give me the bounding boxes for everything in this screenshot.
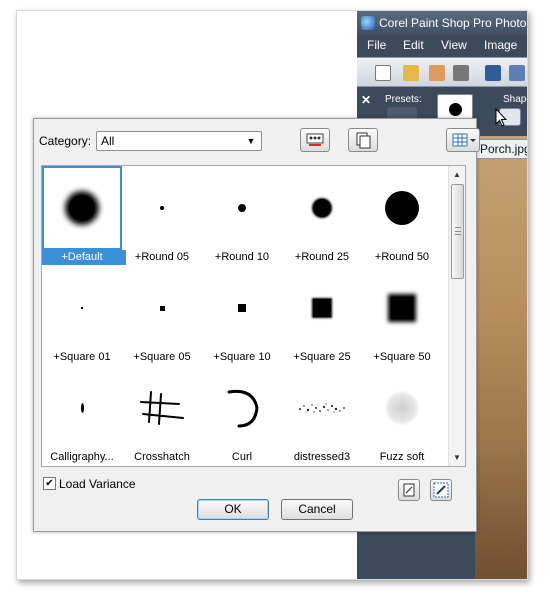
brush-preview — [202, 166, 282, 250]
brush-label: Crosshatch — [134, 451, 190, 463]
brush-preview — [362, 266, 442, 350]
brush-label: +Round 05 — [134, 251, 190, 263]
brush-tile[interactable]: +Square 10 — [202, 266, 282, 366]
brush-preview — [202, 266, 282, 350]
category-label: Category: — [39, 134, 92, 148]
brush-tile[interactable]: +Round 50 — [362, 166, 442, 266]
brush-variance-button[interactable] — [430, 479, 452, 501]
brush-picker-dialog: Category: All ▼ +Default +Round 05 +Roun… — [33, 118, 480, 532]
save-icon[interactable] — [485, 65, 501, 81]
open-folder-icon[interactable] — [403, 65, 419, 81]
standard-toolbar — [357, 57, 527, 87]
brush-grid: +Default +Round 05 +Round 10 +Round 25 +… — [41, 165, 466, 467]
brush-label: +Square 25 — [293, 351, 351, 363]
brush-label: +Square 50 — [373, 351, 431, 363]
brush-label: Curl — [231, 451, 253, 463]
app-title-bar: Corel Paint Shop Pro Photo — [357, 11, 527, 35]
brush-preview — [362, 366, 442, 450]
menu-file[interactable]: File — [367, 38, 386, 52]
app-logo-icon — [361, 16, 375, 30]
curl-brush-icon — [227, 389, 259, 428]
brush-tile[interactable]: +Default — [42, 166, 126, 266]
brush-label: +Default — [42, 250, 126, 265]
brush-label: +Square 01 — [53, 351, 111, 363]
brush-preview — [42, 166, 122, 250]
brush-label: +Round 25 — [294, 251, 350, 263]
view-grid-icon — [452, 133, 476, 147]
brush-preview — [42, 366, 122, 450]
cancel-button[interactable]: Cancel — [281, 499, 353, 520]
brush-label: distressed3 — [293, 451, 351, 463]
menu-view[interactable]: View — [441, 38, 467, 52]
crosshatch-brush-icon — [140, 391, 184, 425]
brush-tile[interactable]: +Round 10 — [202, 166, 282, 266]
brush-tile[interactable]: +Round 25 — [282, 166, 362, 266]
brush-preview — [282, 166, 362, 250]
brush-label: +Round 50 — [374, 251, 430, 263]
brush-label: +Round 10 — [214, 251, 270, 263]
copy-resource-button[interactable] — [348, 128, 378, 152]
shape-label: Shape — [503, 94, 527, 105]
brush-tile[interactable]: Crosshatch — [122, 366, 202, 466]
scroll-thumb[interactable] — [451, 184, 464, 279]
view-options-button[interactable] — [446, 128, 480, 152]
copy-pages-icon — [356, 132, 371, 149]
category-value: All — [101, 134, 115, 148]
brush-preview — [122, 366, 202, 450]
image-canvas[interactable] — [475, 136, 527, 579]
resource-manager-icon — [306, 133, 324, 146]
brush-label: +Square 05 — [133, 351, 191, 363]
brush-tile[interactable]: Calligraphy... — [42, 366, 122, 466]
brush-pen-icon — [433, 482, 449, 498]
checkmark-icon[interactable]: ✔ — [43, 477, 56, 490]
presets-label: Presets: — [385, 94, 422, 105]
brush-tile[interactable]: +Square 50 — [362, 266, 442, 366]
edit-document-icon — [403, 483, 415, 497]
brush-tile[interactable]: +Square 01 — [42, 266, 122, 366]
save-as-icon[interactable] — [509, 65, 525, 81]
brush-label: Calligraphy... — [50, 451, 114, 463]
scroll-up-icon[interactable]: ▲ — [449, 166, 465, 183]
brush-label: +Square 10 — [213, 351, 271, 363]
scroll-down-icon[interactable]: ▼ — [449, 449, 465, 466]
brush-tile[interactable]: +Square 05 — [122, 266, 202, 366]
menu-image[interactable]: Image — [484, 38, 517, 52]
brush-tile[interactable]: Fuzz soft — [362, 366, 442, 466]
brush-preview — [282, 366, 362, 450]
load-variance-label: Load Variance — [59, 477, 136, 491]
resource-manager-button[interactable] — [300, 128, 330, 152]
close-palette-icon[interactable]: ✕ — [361, 93, 371, 107]
screenshot-frame: Corel Paint Shop Pro Photo File Edit Vie… — [16, 10, 528, 580]
brush-grid-scrollbar[interactable]: ▲ ▼ — [448, 166, 465, 466]
browse-icon[interactable] — [429, 65, 445, 81]
brush-preview — [42, 266, 122, 350]
brush-preview — [362, 166, 442, 250]
brush-preview — [122, 166, 202, 250]
mouse-pointer-icon — [495, 108, 507, 127]
brush-tile[interactable]: +Round 05 — [122, 166, 202, 266]
brush-tile[interactable]: Curl — [202, 366, 282, 466]
app-title: Corel Paint Shop Pro Photo — [379, 16, 527, 30]
category-dropdown[interactable]: All ▼ — [96, 131, 262, 151]
brush-preview — [282, 266, 362, 350]
menu-edit[interactable]: Edit — [403, 38, 424, 52]
brush-label: Fuzz soft — [379, 451, 425, 463]
brush-tile[interactable]: distressed3 — [282, 366, 362, 466]
distressed-brush-icon — [299, 403, 345, 413]
new-file-icon[interactable] — [375, 65, 391, 81]
brush-preview — [122, 266, 202, 350]
brush-tile[interactable]: +Square 25 — [282, 266, 362, 366]
document-tab[interactable]: Porch.jpg — [475, 139, 527, 159]
dropdown-arrow-icon: ▼ — [246, 136, 256, 146]
ok-button[interactable]: OK — [197, 499, 269, 520]
scan-icon[interactable] — [453, 65, 469, 81]
brush-preview — [202, 366, 282, 450]
edit-brush-button[interactable] — [398, 479, 420, 501]
menu-bar: File Edit View Image — [357, 35, 527, 55]
